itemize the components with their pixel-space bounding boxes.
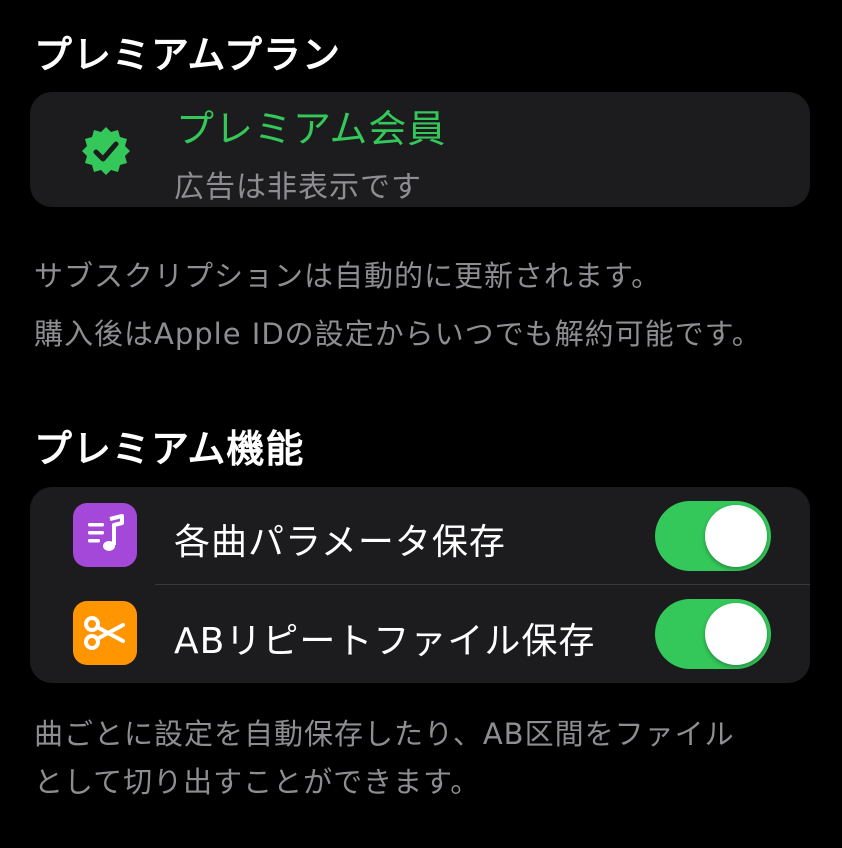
toggle-knob bbox=[705, 603, 767, 665]
subscription-note-line1: サブスクリプションは自動的に更新されます。 bbox=[34, 259, 662, 293]
premium-member-title: プレミアム会員 bbox=[176, 107, 447, 151]
ab-repeat-save-toggle[interactable] bbox=[655, 599, 771, 669]
premium-plan-section-title: プレミアムプラン bbox=[34, 33, 342, 77]
feature-label-ab-repeat-save: ABリピートファイル保存 bbox=[174, 621, 596, 662]
premium-features-section-title: プレミアム機能 bbox=[34, 427, 305, 471]
features-note-line1: 曲ごとに設定を自動保存したり、AB区間をファイル bbox=[34, 717, 735, 751]
checkmark-seal-icon bbox=[80, 125, 132, 177]
row-divider bbox=[155, 584, 810, 585]
features-note-line2: として切り出すことができます。 bbox=[34, 765, 481, 799]
feature-label-parameter-save: 各曲パラメータ保存 bbox=[174, 522, 506, 563]
parameter-save-toggle[interactable] bbox=[655, 501, 771, 571]
toggle-knob bbox=[705, 505, 767, 567]
scissors-icon bbox=[73, 601, 137, 665]
premium-member-subtitle: 広告は非表示です bbox=[174, 170, 422, 205]
music-list-icon bbox=[73, 503, 137, 567]
subscription-note-line2: 購入後はApple IDの設定からいつでも解約可能です。 bbox=[34, 317, 762, 351]
